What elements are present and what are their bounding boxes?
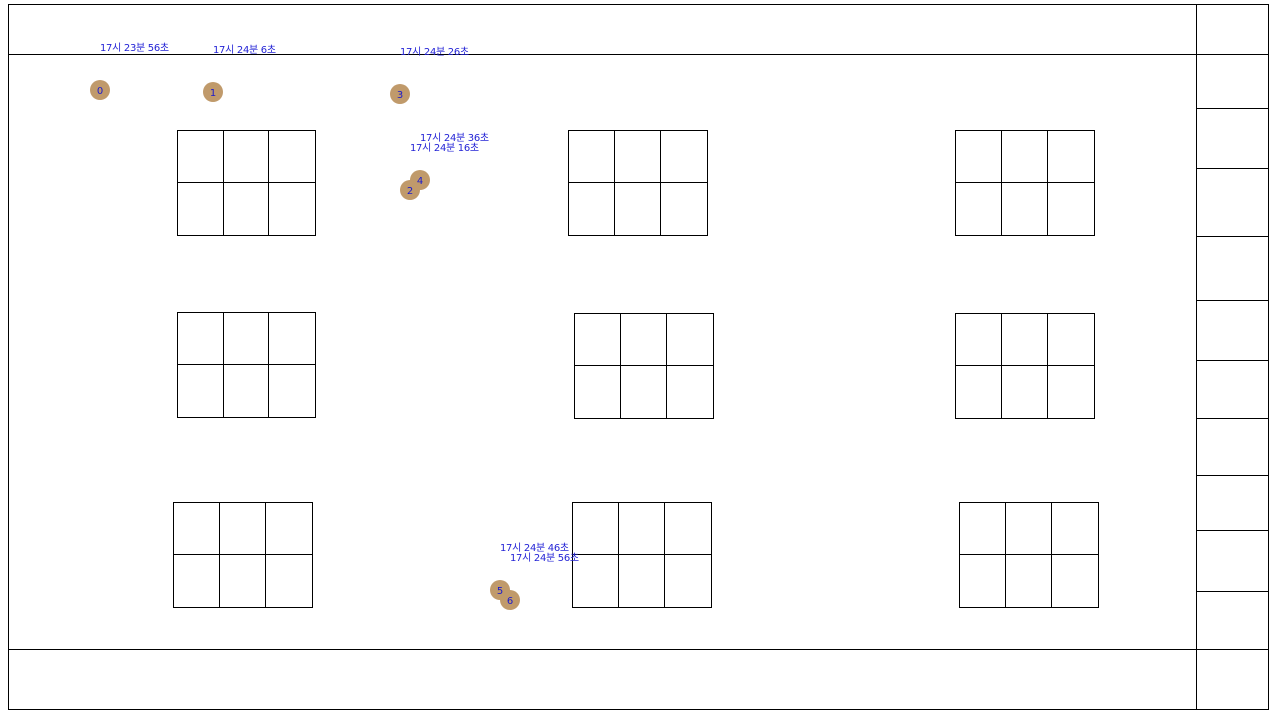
frame-top (8, 4, 1269, 5)
header-divider (8, 54, 1269, 55)
frame-right (1268, 4, 1269, 710)
desk-seat[interactable] (223, 131, 270, 183)
desk-group[interactable] (955, 313, 1095, 419)
desk-seat[interactable] (1002, 131, 1048, 183)
desk-seat[interactable] (1002, 183, 1048, 235)
desk-seat[interactable] (1048, 314, 1094, 366)
footer-divider (8, 649, 1269, 650)
side-slot-divider (1196, 360, 1269, 361)
desk-seat[interactable] (575, 366, 621, 418)
desk-seat[interactable] (1006, 503, 1052, 555)
side-slot-divider (1196, 168, 1269, 169)
desk-seat[interactable] (573, 555, 619, 607)
desk-seat[interactable] (178, 365, 224, 417)
desk-seat[interactable] (619, 503, 665, 555)
desk-seat[interactable] (667, 314, 713, 366)
desk-seat[interactable] (1052, 503, 1098, 555)
desk-seat[interactable] (960, 503, 1006, 555)
side-slot-divider (1196, 530, 1269, 531)
timestamp-label: 17시 24분 16초 (410, 143, 479, 154)
desk-group[interactable] (568, 130, 708, 236)
desk-seat[interactable] (1048, 366, 1094, 418)
desk-seat[interactable] (266, 555, 312, 607)
desk-seat[interactable] (269, 183, 315, 235)
desk-seat[interactable] (224, 365, 270, 417)
desk-seat[interactable] (223, 313, 270, 365)
desk-seat[interactable] (661, 131, 707, 183)
side-slot-divider (1196, 418, 1269, 419)
desk-seat[interactable] (174, 503, 220, 555)
desk-seat[interactable] (956, 131, 1002, 183)
desk-group[interactable] (572, 502, 712, 608)
desk-seat[interactable] (224, 183, 270, 235)
desk-seat[interactable] (661, 183, 707, 235)
desk-seat[interactable] (619, 555, 665, 607)
desk-seat[interactable] (269, 131, 315, 183)
location-marker[interactable]: 2 (400, 180, 420, 200)
desk-group[interactable] (173, 502, 313, 608)
desk-group[interactable] (177, 130, 316, 236)
desk-seat[interactable] (621, 366, 667, 418)
timestamp-label: 17시 24분 6초 (213, 45, 276, 56)
desk-seat[interactable] (1048, 131, 1094, 183)
desk-seat[interactable] (621, 314, 667, 366)
desk-seat[interactable] (220, 503, 266, 555)
desk-seat[interactable] (615, 131, 661, 183)
timestamp-label: 17시 24분 26초 (400, 47, 469, 58)
desk-seat[interactable] (269, 365, 315, 417)
desk-seat[interactable] (174, 555, 220, 607)
side-slot-divider (1196, 236, 1269, 237)
side-slot-divider (1196, 300, 1269, 301)
desk-seat[interactable] (956, 366, 1002, 418)
desk-seat[interactable] (1006, 555, 1052, 607)
timestamp-label: 17시 23분 56초 (100, 43, 169, 54)
desk-seat[interactable] (569, 131, 615, 183)
desk-seat[interactable] (220, 555, 266, 607)
side-panel-divider (1196, 4, 1197, 710)
desk-seat[interactable] (1002, 314, 1048, 366)
desk-seat[interactable] (1048, 183, 1094, 235)
location-marker[interactable]: 0 (90, 80, 110, 100)
desk-seat[interactable] (178, 313, 224, 365)
desk-seat[interactable] (269, 313, 315, 365)
desk-seat[interactable] (615, 183, 661, 235)
desk-seat[interactable] (960, 555, 1006, 607)
desk-seat[interactable] (665, 503, 711, 555)
desk-seat[interactable] (665, 555, 711, 607)
desk-seat[interactable] (569, 183, 615, 235)
desk-seat[interactable] (266, 503, 312, 555)
desk-group[interactable] (959, 502, 1099, 608)
desk-seat[interactable] (1002, 366, 1048, 418)
desk-seat[interactable] (667, 366, 713, 418)
frame-left (8, 4, 9, 710)
timestamp-label: 17시 24분 56초 (510, 553, 579, 564)
desk-seat[interactable] (573, 503, 619, 555)
desk-seat[interactable] (956, 183, 1002, 235)
location-marker[interactable]: 1 (203, 82, 223, 102)
desk-seat[interactable] (1052, 555, 1098, 607)
desk-group[interactable] (574, 313, 714, 419)
desk-group[interactable] (955, 130, 1095, 236)
location-marker[interactable]: 3 (390, 84, 410, 104)
desk-group[interactable] (177, 312, 316, 418)
desk-seat[interactable] (178, 131, 224, 183)
side-slot-divider (1196, 108, 1269, 109)
side-slot-divider (1196, 475, 1269, 476)
location-marker[interactable]: 6 (500, 590, 520, 610)
frame-bottom (8, 709, 1269, 710)
desk-seat[interactable] (956, 314, 1002, 366)
side-slot-divider (1196, 591, 1269, 592)
desk-seat[interactable] (178, 183, 224, 235)
desk-seat[interactable] (575, 314, 621, 366)
